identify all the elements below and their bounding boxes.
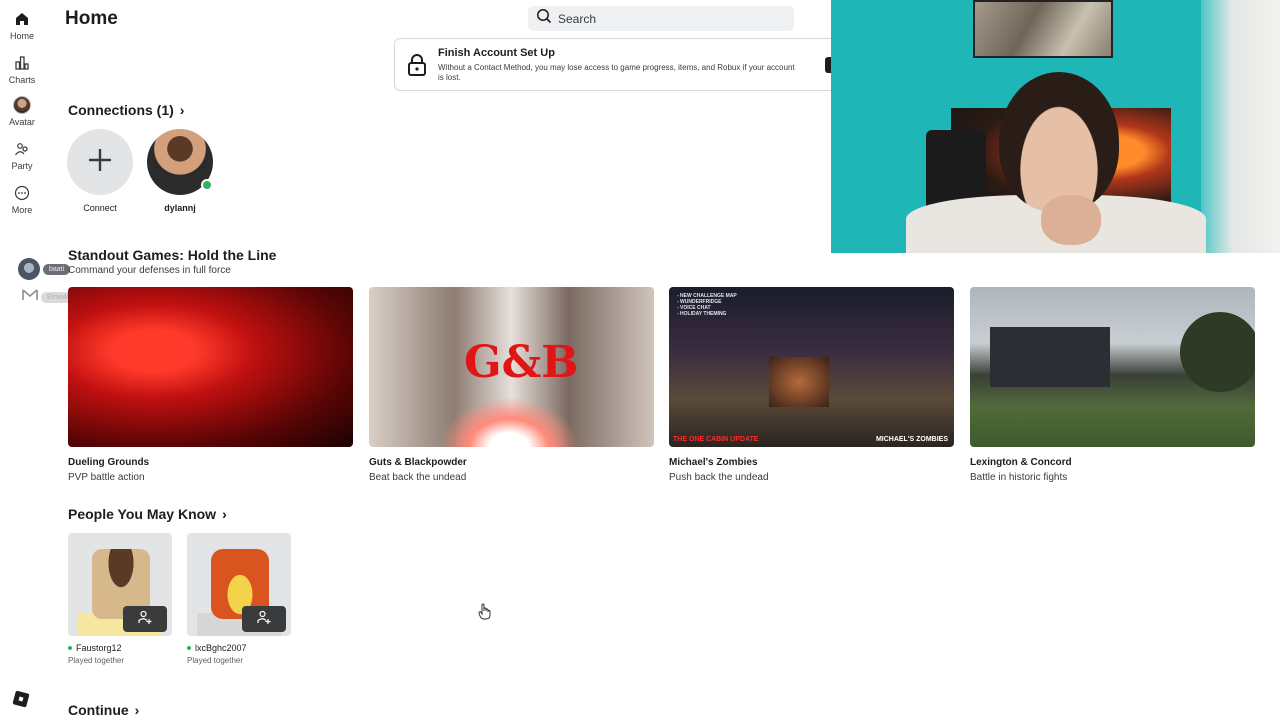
- online-status-icon: [187, 646, 191, 650]
- search-bar[interactable]: [528, 6, 794, 31]
- avatar: [147, 129, 213, 195]
- search-icon: [536, 8, 552, 29]
- game-thumbnail: G&B: [369, 287, 654, 447]
- sidebar-item-label: Home: [9, 31, 34, 41]
- sidebar-item-label: Charts: [8, 75, 36, 85]
- people-you-may-know-heading[interactable]: People You May Know ›: [68, 506, 227, 522]
- hand-cursor-icon: [478, 603, 492, 626]
- connection-item[interactable]: dylannj: [147, 129, 213, 213]
- thumbnail-feature-list: - NEW CHALLENGE MAP - WUNDERFRIDGE - VOI…: [677, 293, 737, 317]
- add-connection-circle: [67, 129, 133, 195]
- party-icon: [13, 140, 31, 158]
- connect-button[interactable]: Connect: [67, 129, 133, 213]
- game-title: Lexington & Concord: [970, 457, 1072, 468]
- game-title: Michael's Zombies: [669, 457, 758, 468]
- charts-icon: [13, 54, 31, 72]
- online-status-icon: [68, 646, 72, 650]
- person-avatar: [68, 533, 172, 636]
- banner-text: Without a Contact Method, you may lose a…: [438, 63, 795, 82]
- streamer-face: [999, 72, 1119, 212]
- person-card[interactable]: Faustorg12 Played together: [68, 533, 172, 665]
- game-thumbnail: [970, 287, 1255, 447]
- section-title-text: Standout Games: Hold the Line: [68, 247, 277, 263]
- person-avatar: [187, 533, 291, 636]
- account-setup-banner[interactable]: Finish Account Set Up Without a Contact …: [394, 38, 844, 91]
- sidebar: Home Charts Avatar Party More baati Elmo…: [0, 0, 81, 720]
- webcam-overlay: [831, 0, 1280, 253]
- continue-heading[interactable]: Continue ›: [68, 702, 139, 718]
- add-friend-icon: [256, 609, 272, 630]
- home-icon: [13, 10, 31, 28]
- avatar-icon: [13, 96, 31, 114]
- game-description: Beat back the undead: [369, 472, 467, 483]
- sidebar-item-avatar[interactable]: Avatar: [0, 96, 44, 127]
- game-card[interactable]: G&B Guts & Blackpowder Beat back the und…: [369, 287, 654, 483]
- page-title: Home: [65, 8, 118, 29]
- add-friend-icon: [137, 609, 153, 630]
- friend-avatar: [18, 258, 40, 280]
- sidebar-item-charts[interactable]: Charts: [0, 54, 44, 85]
- connections-heading[interactable]: Connections (1) ›: [68, 102, 184, 118]
- game-description: Battle in historic fights: [970, 472, 1068, 483]
- game-title: Dueling Grounds: [68, 457, 150, 468]
- person-subtext: Played together: [68, 656, 125, 665]
- game-card[interactable]: Lexington & Concord Battle in historic f…: [970, 287, 1255, 483]
- person-name-row: lxcBghc2007: [187, 643, 291, 653]
- search-input[interactable]: [558, 11, 778, 26]
- sidebar-item-home[interactable]: Home: [0, 10, 44, 41]
- more-icon: [13, 184, 31, 202]
- thumbnail-update-text: THE ONE CABIN UPDATE: [673, 436, 759, 443]
- person-name: lxcBghc2007: [195, 643, 247, 653]
- game-card[interactable]: - NEW CHALLENGE MAP - WUNDERFRIDGE - VOI…: [669, 287, 954, 483]
- friend-name-tag: baati: [43, 263, 71, 275]
- chevron-right-icon: ›: [134, 702, 140, 718]
- person-card[interactable]: lxcBghc2007 Played together: [187, 533, 291, 665]
- chevron-right-icon: ›: [222, 506, 227, 522]
- mail-icon: [22, 288, 38, 307]
- sidebar-item-label: More: [11, 205, 33, 215]
- add-friend-button[interactable]: [242, 606, 286, 632]
- person-name-row: Faustorg12: [68, 643, 172, 653]
- section-title-text: Connections (1): [68, 102, 174, 118]
- game-thumbnail: - NEW CHALLENGE MAP - WUNDERFRIDGE - VOI…: [669, 287, 954, 447]
- section-subtitle: Command your defenses in full force: [68, 265, 231, 276]
- connection-name: dylannj: [164, 203, 196, 213]
- thumbnail-logo-text: G&B: [464, 337, 579, 388]
- banner-title: Finish Account Set Up: [438, 47, 555, 59]
- sidebar-item-more[interactable]: More: [0, 184, 44, 215]
- section-title-text: People You May Know: [68, 506, 217, 522]
- game-title: Guts & Blackpowder: [369, 457, 467, 468]
- roblox-logo-icon[interactable]: [12, 690, 30, 708]
- connection-name: Connect: [83, 203, 117, 213]
- standout-games-heading: Standout Games: Hold the Line: [68, 247, 276, 263]
- chevron-right-icon: ›: [179, 102, 185, 118]
- lock-icon: [407, 53, 427, 82]
- game-description: Push back the undead: [669, 472, 769, 483]
- sidebar-item-label: Avatar: [9, 117, 35, 127]
- wall-poster: [973, 0, 1113, 58]
- sidebar-item-label: Party: [11, 161, 33, 171]
- game-thumbnail: [68, 287, 353, 447]
- person-subtext: Played together: [187, 656, 244, 665]
- online-status-icon: [201, 179, 213, 191]
- thumbnail-brand-text: MICHAEL'S ZOMBIES: [875, 436, 948, 443]
- add-friend-button[interactable]: [123, 606, 167, 632]
- plus-icon: [87, 147, 113, 178]
- person-name: Faustorg12: [76, 643, 122, 653]
- sidebar-item-party[interactable]: Party: [0, 140, 44, 171]
- game-card[interactable]: Dueling Grounds PVP battle action: [68, 287, 353, 483]
- section-title-text: Continue: [68, 702, 129, 718]
- sidebar-friend[interactable]: baati: [18, 258, 71, 280]
- game-description: PVP battle action: [68, 472, 145, 483]
